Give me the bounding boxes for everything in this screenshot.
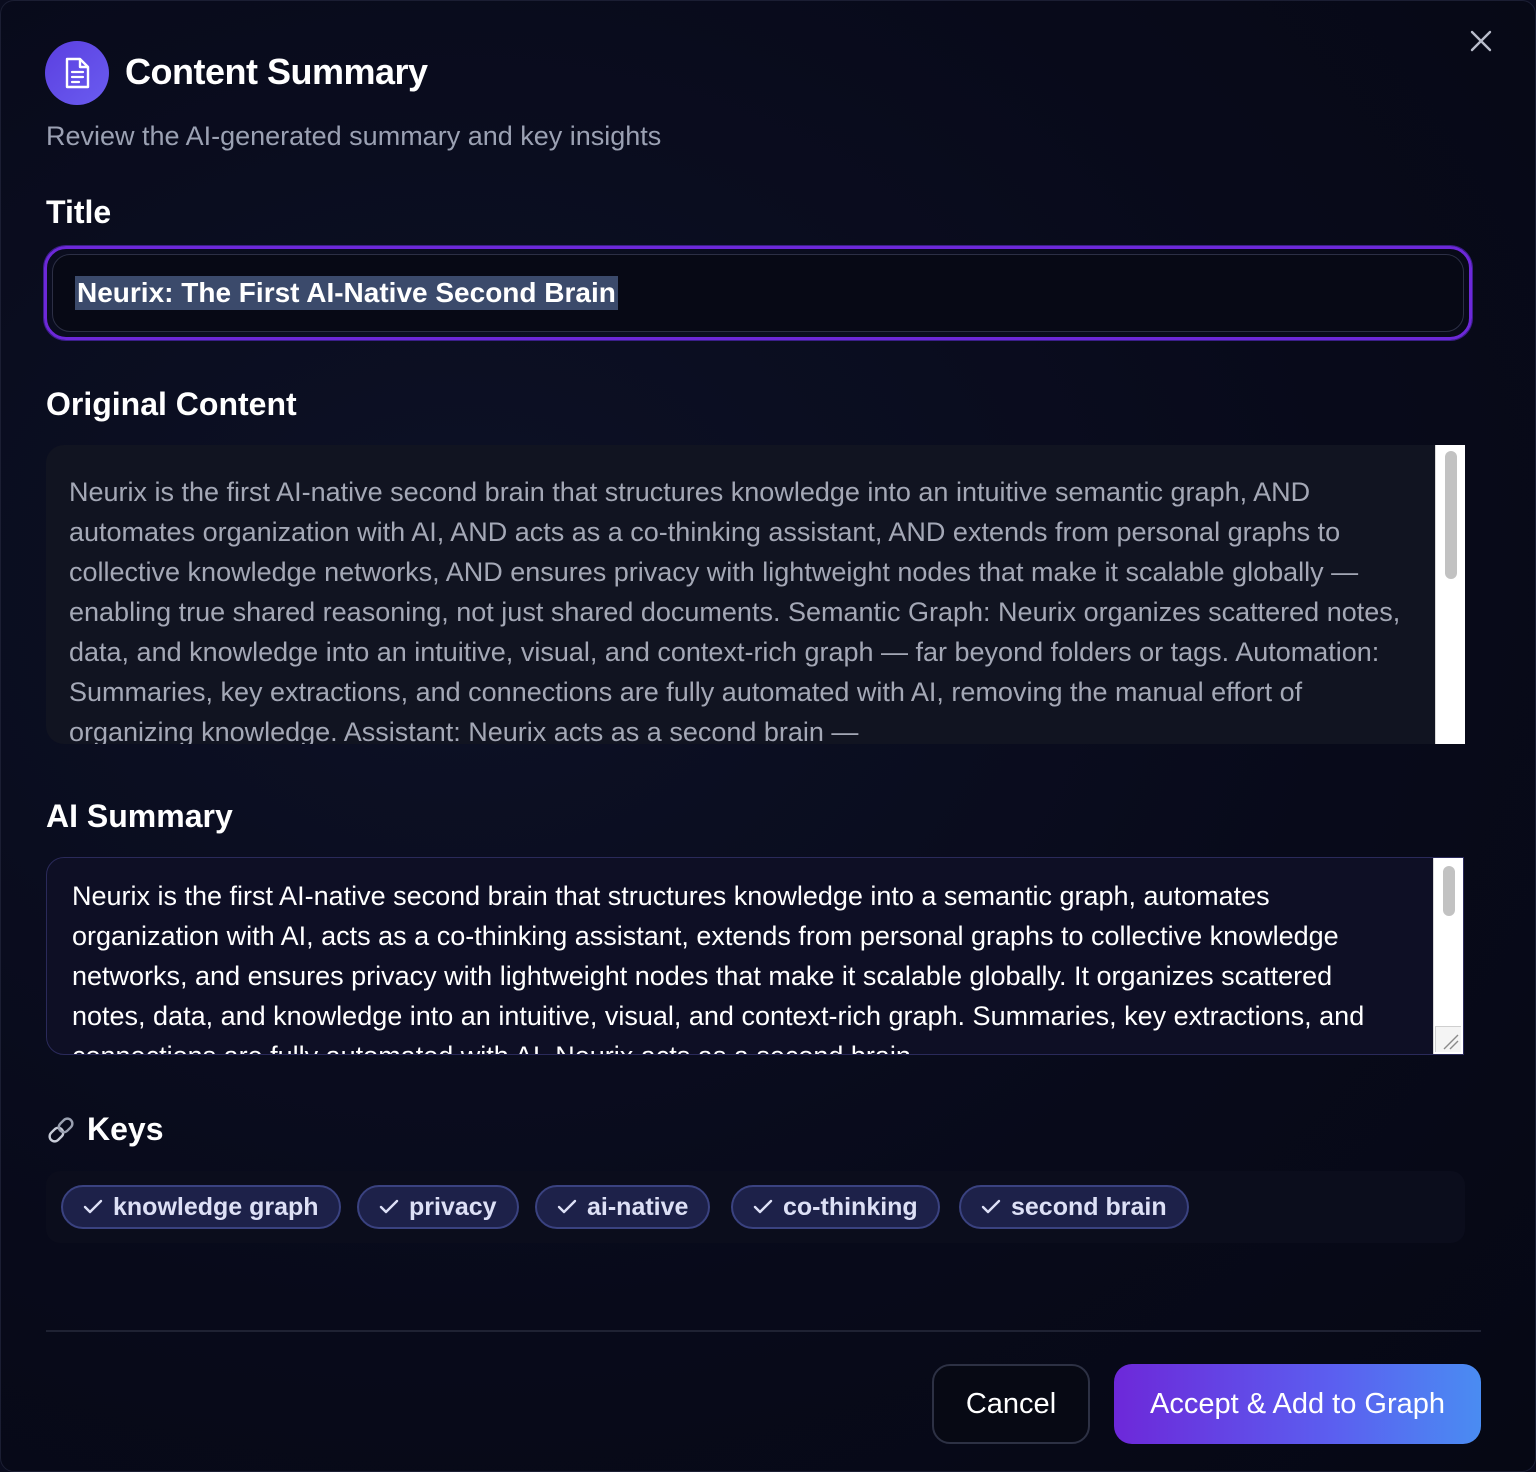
keys-label: Keys — [87, 1111, 164, 1147]
check-icon — [981, 1199, 1001, 1214]
key-chip-label: ai-native — [587, 1192, 689, 1221]
cancel-button[interactable]: Cancel — [932, 1364, 1090, 1444]
key-chip[interactable]: co-thinking — [731, 1185, 940, 1229]
ai-summary-scrollbar[interactable] — [1433, 858, 1463, 1054]
key-chip[interactable]: privacy — [357, 1185, 519, 1229]
close-icon — [1470, 30, 1492, 52]
check-icon — [557, 1199, 577, 1214]
scroll-thumb[interactable] — [1443, 866, 1455, 916]
title-input-focus-ring: Neurix: The First AI-Native Second Brain — [44, 246, 1472, 340]
keys-heading: Keys — [45, 1111, 164, 1148]
content-summary-dialog: Content Summary Review the AI-generated … — [0, 0, 1536, 1472]
key-chip[interactable]: knowledge graph — [61, 1185, 341, 1229]
key-chip[interactable]: second brain — [959, 1185, 1189, 1229]
scroll-thumb[interactable] — [1445, 451, 1457, 579]
dialog-title: Content Summary — [125, 51, 428, 92]
key-chip-label: second brain — [1011, 1192, 1167, 1221]
check-icon — [379, 1199, 399, 1214]
original-content-box[interactable]: Neurix is the first AI-native second bra… — [46, 445, 1465, 744]
key-chip-label: knowledge graph — [113, 1192, 319, 1221]
original-content-text: Neurix is the first AI-native second bra… — [69, 477, 1401, 744]
title-input-value: Neurix: The First AI-Native Second Brain — [75, 276, 618, 310]
accept-add-to-graph-button[interactable]: Accept & Add to Graph — [1114, 1364, 1481, 1444]
key-chip-label: privacy — [409, 1192, 497, 1221]
title-input[interactable]: Neurix: The First AI-Native Second Brain — [52, 254, 1464, 332]
check-icon — [83, 1199, 103, 1214]
key-chip-label: co-thinking — [783, 1192, 918, 1221]
key-chip[interactable]: ai-native — [535, 1185, 711, 1229]
link-icon — [48, 1116, 74, 1143]
footer-divider — [46, 1330, 1481, 1332]
close-button[interactable] — [1463, 23, 1499, 59]
ai-summary-label: AI Summary — [46, 798, 233, 834]
resize-handle[interactable] — [1435, 1026, 1461, 1052]
dialog-subtitle: Review the AI-generated summary and key … — [46, 121, 662, 151]
document-icon — [45, 41, 109, 105]
original-content-scrollbar[interactable] — [1435, 445, 1465, 744]
original-content-label: Original Content — [46, 386, 297, 422]
title-label: Title — [46, 194, 112, 230]
check-icon — [753, 1199, 773, 1214]
ai-summary-textarea[interactable]: Neurix is the first AI-native second bra… — [46, 857, 1464, 1055]
ai-summary-text: Neurix is the first AI-native second bra… — [72, 881, 1365, 1054]
